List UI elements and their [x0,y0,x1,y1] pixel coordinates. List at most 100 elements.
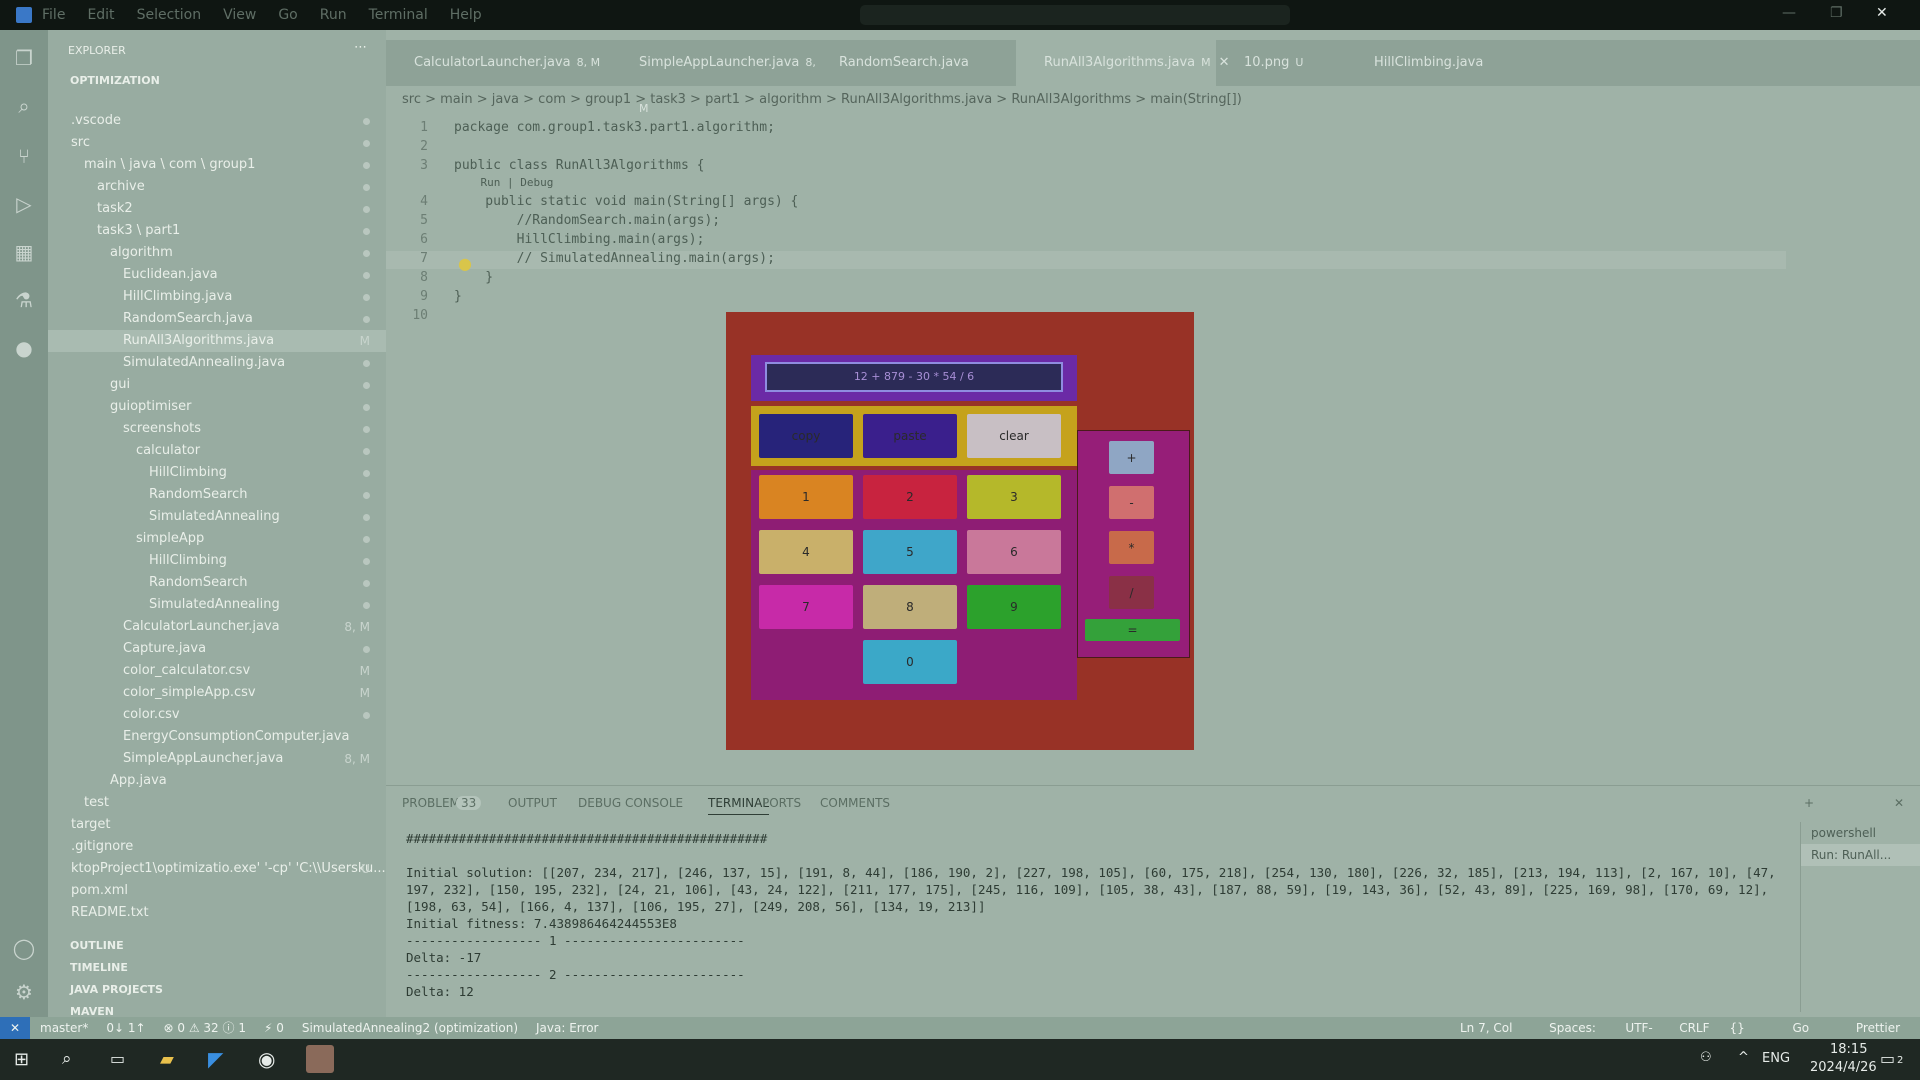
code-line[interactable]: 2 [386,139,1786,157]
extensions-icon[interactable]: ▦ [12,240,36,264]
status-item[interactable]: ⊗ 0 ⚠ 32 ⓘ 1 [164,1017,246,1039]
tree-item[interactable]: SimulatedAnnealing [48,506,386,528]
editor-tab[interactable]: RandomSearch.java [811,40,1016,86]
tree-item[interactable]: CalculatorLauncher.java 8, M [48,616,386,638]
tree-item[interactable]: HillClimbing [48,462,386,484]
source-control-icon[interactable]: ⑂ [12,144,36,168]
editor-tab[interactable]: SimpleAppLauncher.java 8, M [611,40,816,115]
explorer-more-icon[interactable]: ⋯ [354,40,367,55]
panel-tab[interactable]: PORTS [762,796,801,810]
tree-item[interactable]: color.csv [48,704,386,726]
code-line[interactable]: 1 package com.group1.task3.part1.algorith… [386,120,1786,138]
tree-item[interactable]: archive [48,176,386,198]
status-item[interactable]: ⚡ 0 [264,1017,284,1039]
tree-item[interactable]: Capture.java [48,638,386,660]
close-button[interactable]: ✕ [1876,5,1888,21]
editor-tab[interactable]: RunAll3Algorithms.java M ✕ [1016,40,1230,86]
menu-item[interactable]: View [223,7,256,23]
code-line[interactable]: 6 HillClimbing.main(args); [386,232,1786,250]
lightbulb-icon[interactable]: ● [458,254,472,273]
panel-tab[interactable]: COMMENTS [820,796,890,810]
clear-button[interactable]: clear [967,414,1061,458]
tree-item[interactable]: algorithm [48,242,386,264]
tree-item[interactable]: screenshots [48,418,386,440]
clock-date[interactable]: 2024/4/26 [1810,1060,1877,1075]
task-view-icon[interactable]: ▭ [110,1049,125,1068]
java-app-icon[interactable] [306,1045,334,1073]
minimize-button[interactable]: — [1782,5,1796,21]
op-plus-button[interactable]: + [1109,441,1154,474]
digit-0-button[interactable]: 0 [863,640,957,684]
tree-item[interactable]: App.java [48,770,386,792]
status-item[interactable]: SimulatedAnnealing2 (optimization) [302,1017,518,1039]
editor-tab[interactable]: CalculatorLauncher.java 8, M [386,40,611,86]
digit-5-button[interactable]: 5 [863,530,957,574]
clock-time[interactable]: 18:15 [1830,1042,1867,1057]
tree-item[interactable]: target [48,814,386,836]
panel-tab[interactable]: DEBUG CONSOLE [578,796,683,810]
editor-tab[interactable]: HillClimbing.java [1346,40,1483,86]
panel-tab[interactable]: TERMINAL [708,796,770,815]
tree-item[interactable]: RandomSearch.java [48,308,386,330]
run-debug-icon[interactable]: ▷ [12,192,36,216]
explorer-icon[interactable]: ❐ [12,46,36,70]
tree-item[interactable]: color_calculator.csv M [48,660,386,682]
status-item[interactable]: Java: Error [536,1017,598,1039]
command-center[interactable] [860,5,1290,25]
sidebar-section-java-projects[interactable]: JAVA PROJECTS [70,983,163,996]
tree-item[interactable]: HillClimbing.java [48,286,386,308]
tree-item[interactable]: RandomSearch [48,484,386,506]
people-icon[interactable]: ⚇ [1700,1050,1712,1065]
tree-item[interactable]: task3 \ part1 [48,220,386,242]
op-divide-button[interactable]: / [1109,576,1154,609]
digit-2-button[interactable]: 2 [863,475,957,519]
code-line[interactable]: 9} [386,289,1786,307]
testing-icon[interactable]: ⚗ [12,288,36,312]
code-line[interactable]: 8 } [386,270,1786,288]
code-line[interactable]: 7 // SimulatedAnnealing.main(args); [386,251,1786,269]
tree-item[interactable]: .gitignore [48,836,386,858]
terminal-output[interactable]: ########################################… [406,830,1786,1000]
tree-item[interactable]: src [48,132,386,154]
tree-item[interactable]: SimpleAppLauncher.java 8, M [48,748,386,770]
code-line[interactable]: 5 //RandomSearch.main(args); [386,213,1786,231]
menu-item[interactable]: Help [450,7,482,23]
tree-item[interactable]: README.txt [48,902,386,924]
tree-item[interactable]: SimulatedAnnealing [48,594,386,616]
tree-item[interactable]: pom.xml [48,880,386,902]
menu-item[interactable]: Selection [137,7,202,23]
menu-item[interactable]: Terminal [369,7,428,23]
tree-item[interactable]: task2 [48,198,386,220]
tree-item[interactable]: main \ java \ com \ group1 [48,154,386,176]
workspace-section[interactable]: OPTIMIZATION [70,74,160,87]
start-icon[interactable]: ⊞ [14,1049,29,1070]
op-minus-button[interactable]: - [1109,486,1154,519]
tree-item[interactable]: color_simpleApp.csv M [48,682,386,704]
status-item[interactable]: 0↓ 1↑ [106,1017,145,1039]
digit-6-button[interactable]: 6 [967,530,1061,574]
settings-gear-icon[interactable]: ⚙ [12,980,36,1004]
digit-3-button[interactable]: 3 [967,475,1061,519]
terminal-instance[interactable]: Run: RunAll... [1801,844,1920,866]
terminal-instance[interactable]: powershell [1801,822,1920,844]
op-equals-button[interactable]: = [1085,619,1180,641]
digit-1-button[interactable]: 1 [759,475,853,519]
code-line[interactable]: Run | Debug [386,176,1786,194]
steam-icon[interactable]: ◉ [258,1047,275,1071]
tree-item[interactable]: gui [48,374,386,396]
menu-item[interactable]: File [42,7,65,23]
panel-tab[interactable]: OUTPUT [508,796,557,810]
digit-4-button[interactable]: 4 [759,530,853,574]
tree-item[interactable]: simpleApp [48,528,386,550]
github-icon[interactable]: ● [12,336,36,360]
paste-button[interactable]: paste [863,414,957,458]
tree-item[interactable]: .vscode [48,110,386,132]
maximize-button[interactable]: ❐ [1830,5,1843,21]
tree-item[interactable]: Euclidean.java [48,264,386,286]
status-item[interactable]: master* [40,1017,88,1039]
breadcrumb[interactable]: src > main > java > com > group1 > task3… [402,92,1242,107]
tree-item[interactable]: SimulatedAnnealing.java [48,352,386,374]
vscode-taskbar-icon[interactable]: ◤ [208,1047,223,1071]
tree-item[interactable]: RunAll3Algorithms.java M [48,330,386,352]
remote-icon[interactable]: ✕ [0,1017,30,1039]
